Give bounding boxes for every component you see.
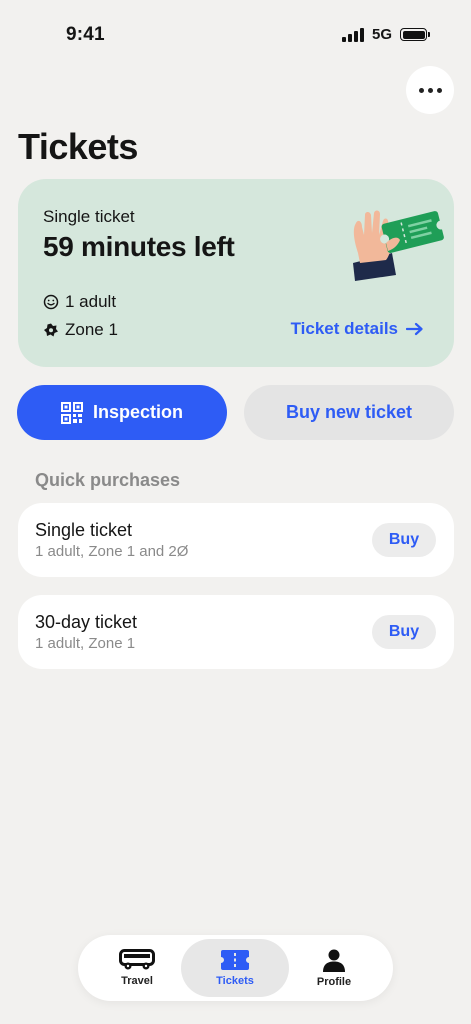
ticket-details-label: Ticket details — [290, 319, 398, 338]
quick-purchase-item[interactable]: Single ticket 1 adult, Zone 1 and 2Ø Buy — [18, 503, 454, 577]
inspection-label: Inspection — [92, 402, 183, 422]
inspection-button[interactable]: Inspection — [17, 385, 227, 440]
buy-new-ticket-label: Buy new ticket — [285, 402, 413, 422]
person-icon — [323, 949, 345, 972]
buy-button[interactable]: Buy — [372, 523, 436, 557]
buy-new-ticket-button[interactable]: Buy new ticket — [244, 385, 454, 440]
tab-tickets[interactable]: Tickets — [181, 939, 289, 997]
tab-travel-label: Travel — [121, 975, 153, 987]
tab-profile[interactable]: Profile — [280, 939, 388, 997]
ticket-passengers: 1 adult — [43, 292, 116, 312]
battery-icon — [400, 28, 430, 41]
ticket-type: Single ticket — [43, 207, 135, 226]
page-title: Tickets — [18, 126, 138, 167]
ticket-zone: Zone 1 — [43, 320, 118, 340]
purchase-subtitle: 1 adult, Zone 1 — [35, 635, 136, 652]
bus-icon — [119, 949, 155, 970]
ticket-icon — [221, 950, 249, 970]
ticket-details-link[interactable]: Ticket details — [291, 319, 424, 339]
purchase-title: Single ticket — [35, 520, 133, 540]
tab-profile-label: Profile — [316, 976, 352, 988]
hand-holding-ticket-icon — [353, 210, 446, 281]
quick-purchase-item[interactable]: 30-day ticket 1 adult, Zone 1 Buy — [18, 595, 454, 669]
zone-label: Zone 1 — [65, 320, 118, 339]
tab-tickets-label: Tickets — [216, 975, 254, 987]
ticket-time-left: 59 minutes left — [43, 231, 235, 262]
buy-button[interactable]: Buy — [372, 615, 436, 649]
zone-icon — [44, 323, 58, 337]
status-time: 9:41 — [66, 24, 105, 45]
status-bar: 9:41 5G — [0, 0, 471, 70]
bottom-tab-bar: Travel Tickets Profile — [78, 935, 393, 1001]
quick-purchases-heading: Quick purchases — [35, 470, 181, 490]
more-options-button[interactable] — [406, 66, 454, 114]
tab-travel[interactable]: Travel — [83, 939, 191, 997]
ellipsis-icon — [418, 87, 424, 93]
active-ticket-card[interactable]: Single ticket 59 minutes left 1 adult Zo… — [18, 179, 454, 367]
qr-code-icon — [60, 401, 83, 424]
purchase-subtitle: 1 adult, Zone 1 and 2Ø — [35, 543, 189, 560]
signal-icon — [341, 27, 364, 42]
purchase-title: 30-day ticket — [35, 612, 138, 632]
network-type: 5G — [371, 26, 392, 43]
arrow-right-icon — [406, 322, 423, 336]
passengers-label: 1 adult — [65, 292, 117, 311]
smiley-icon — [43, 294, 59, 310]
status-indicators: 5G — [341, 26, 430, 43]
